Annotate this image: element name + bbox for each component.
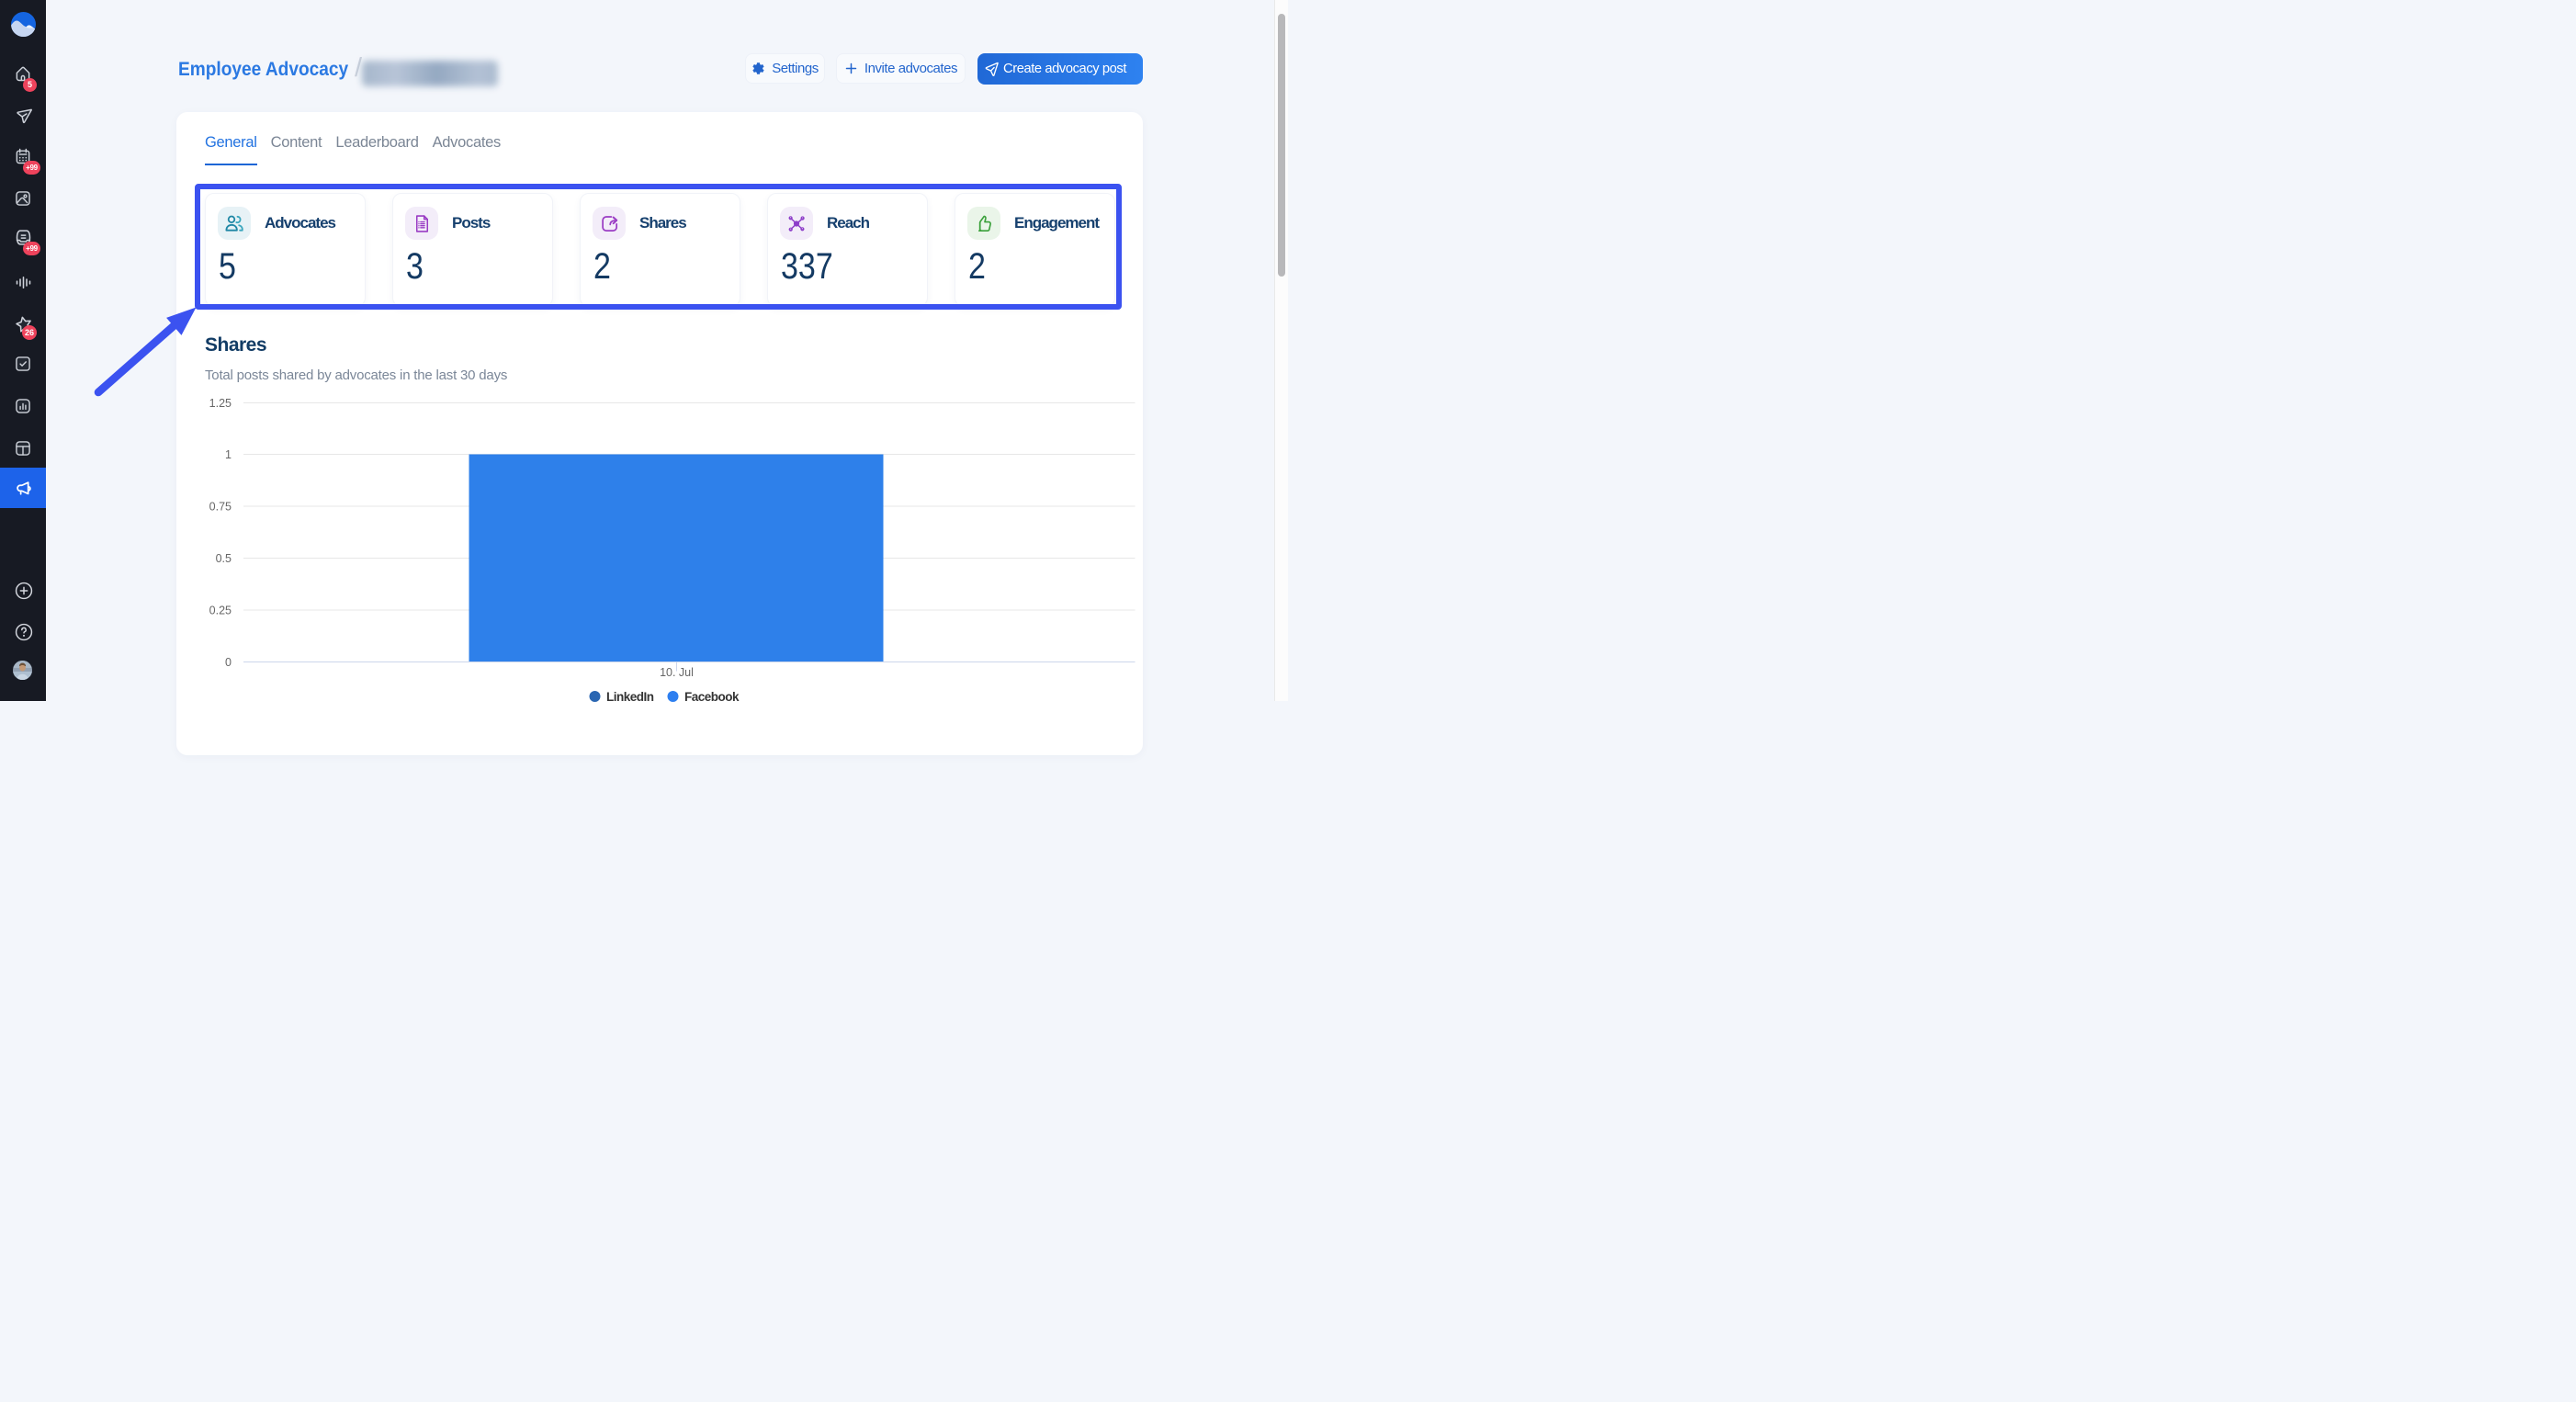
- svg-text:1.25: 1.25: [209, 397, 232, 410]
- svg-text:0.75: 0.75: [209, 501, 232, 514]
- svg-text:Facebook: Facebook: [684, 690, 740, 704]
- svg-text:0: 0: [225, 656, 232, 669]
- svg-text:0.25: 0.25: [209, 605, 232, 617]
- svg-text:LinkedIn: LinkedIn: [606, 690, 654, 704]
- svg-text:1: 1: [225, 448, 232, 461]
- svg-text:10. Jul: 10. Jul: [660, 666, 694, 679]
- svg-text:0.5: 0.5: [216, 552, 232, 565]
